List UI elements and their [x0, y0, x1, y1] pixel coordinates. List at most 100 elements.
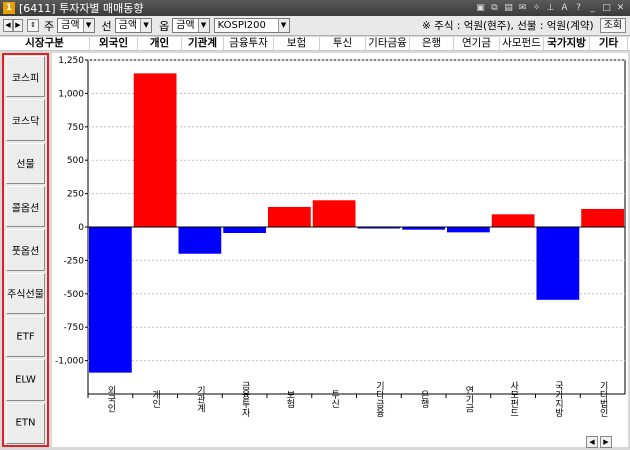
window-alert-icon[interactable]: ✧ [531, 3, 542, 14]
index-select[interactable]: KOSPI200 ▼ [213, 18, 290, 33]
window-copy-icon[interactable]: ⧉ [489, 3, 500, 14]
header-market-label: 시장구분 [0, 37, 90, 50]
sidebar-item[interactable]: 콜옵션 [6, 186, 45, 228]
bar [581, 208, 624, 227]
chevron-down-icon[interactable]: ▼ [277, 19, 289, 32]
y-tick-label: 1,250 [58, 56, 84, 66]
window-titlebar: 1 [6411] 투자자별 매매동향 ▣ ⧉ ▤ ✉ ✧ ⊥ A? _ □ ✕ [0, 0, 630, 16]
header-column[interactable]: 연기금 [454, 37, 500, 50]
sidebar-item-label: ETF [16, 331, 35, 343]
y-tick-label: 0 [78, 223, 84, 233]
sidebar-item[interactable]: ETN [6, 402, 45, 444]
chevron-down-icon[interactable]: ▼ [82, 19, 94, 32]
market-sidebar: 코스피코스닥선물콜옵션풋옵션주식선물 ETF ELW ETN [2, 53, 49, 447]
nav-arrows: ◀ ▶ [3, 19, 23, 32]
app-icon: 1 [3, 2, 15, 14]
scroll-right-icon[interactable]: ▶ [600, 436, 612, 448]
sidebar-item[interactable]: ETF [6, 316, 45, 358]
sidebar-item[interactable]: 코스피 [6, 56, 45, 98]
sidebar-item[interactable]: 주식선물 [6, 272, 45, 314]
x-tick-label: 기타금융 [374, 381, 384, 417]
unit-note: ※ 주식 : 억원(현주), 선물 : 억원(계약) [422, 20, 594, 32]
window-font-icon[interactable]: A [559, 3, 570, 14]
header-column[interactable]: 사모펀드 [500, 37, 544, 50]
x-tick-label: 금융투자 [240, 381, 250, 418]
x-tick-label: 투신 [329, 390, 339, 408]
header-column[interactable]: 개인 [138, 37, 182, 50]
option-label: 옵 [159, 19, 170, 33]
header-column[interactable]: 투신 [320, 37, 366, 50]
header-column[interactable]: 보험 [274, 37, 320, 50]
sidebar-item-label: 코스닥 [11, 116, 40, 128]
header-column[interactable]: 외국인 [90, 37, 138, 50]
sidebar-item-label: ETN [15, 417, 36, 429]
futures-unit-select[interactable]: 금액 ▼ [114, 18, 153, 33]
x-tick-label: 기타법인 [598, 381, 608, 417]
x-tick-label: 보험 [284, 390, 294, 408]
header-column[interactable]: 기타 [590, 37, 628, 50]
header-column[interactable]: 국가지방 [544, 37, 590, 50]
window-controls: ▣ ⧉ ▤ ✉ ✧ ⊥ A? _ □ ✕ [475, 3, 630, 14]
futures-label: 선 [101, 19, 112, 33]
x-tick-label: 개인 [150, 390, 160, 408]
x-tick-label: 연기금 [463, 385, 473, 412]
header-column[interactable]: 기타금융 [366, 37, 410, 50]
chart-scroll-controls: ◀ ▶ [586, 436, 626, 448]
bar [223, 227, 266, 234]
toolbar: ◀ ▶ ⇕ 주 금액 ▼ 선 금액 ▼ 옵 금액 ▼ KOSPI200 ▼ ※ … [0, 16, 630, 36]
y-tick-label: 750 [67, 123, 84, 133]
main-unit-select[interactable]: 금액 ▼ [57, 18, 95, 33]
window-save-icon[interactable]: ▤ [503, 3, 514, 14]
sidebar-item-label: 풋옵션 [11, 246, 40, 258]
y-tick-label: -500 [64, 290, 85, 300]
x-tick-label: 기관계 [195, 385, 205, 413]
window-lock-icon[interactable]: ▣ [475, 3, 486, 14]
main-unit-value: 금액 [61, 20, 80, 31]
chevron-down-icon[interactable]: ▼ [197, 19, 209, 32]
sidebar-item-label: 콜옵션 [11, 203, 40, 215]
main-label: 주 [44, 19, 55, 33]
bar [178, 227, 222, 254]
chevron-down-icon[interactable]: ▼ [140, 19, 152, 32]
nav-right-icon[interactable]: ▶ [13, 19, 23, 32]
sort-icon[interactable]: ⇕ [27, 19, 39, 32]
option-unit-select[interactable]: 금액 ▼ [172, 18, 210, 33]
x-tick-label: 외국인 [105, 384, 115, 412]
sidebar-item[interactable]: 선물 [6, 142, 45, 184]
bar [89, 227, 132, 373]
bar [268, 206, 311, 227]
nav-left-icon[interactable]: ◀ [3, 19, 13, 32]
header-column[interactable]: 은행 [410, 37, 454, 50]
window-minimize-icon[interactable]: _ [587, 3, 598, 14]
y-tick-label: 500 [67, 156, 84, 166]
header-column[interactable]: 기관계 [182, 37, 224, 50]
window-help-icon[interactable]: ? [573, 3, 584, 14]
sidebar-item-label: 선물 [16, 159, 35, 171]
y-tick-label: -750 [64, 323, 85, 333]
y-tick-label: 250 [67, 190, 84, 200]
header-column[interactable]: 금융투자 [224, 37, 274, 50]
bar [447, 227, 490, 233]
sidebar-item[interactable]: ELW [6, 359, 45, 401]
window-maximize-icon[interactable]: □ [601, 3, 612, 14]
scroll-left-icon[interactable]: ◀ [586, 436, 598, 448]
query-button[interactable]: 조회 [599, 18, 626, 33]
y-tick-label: -250 [64, 256, 85, 266]
bar [312, 200, 356, 227]
investor-bar-chart: 1,250 1,000 750 500 250 0 -250 -500 -750 -1,000 외국… [55, 56, 626, 418]
window-title: [6411] 투자자별 매매동향 [19, 2, 144, 15]
bar [491, 214, 535, 227]
investor-header-row: 시장구분 외국인 개인 기관계 금융투자 보험 투신 기타금융 은행 연기금 사모펀드 국가지방 기타 [0, 37, 630, 51]
window-mail-icon[interactable]: ✉ [517, 3, 528, 14]
window-close-icon[interactable]: ✕ [615, 3, 626, 14]
bar [133, 73, 177, 227]
x-tick-label: 사모펀드 [508, 381, 518, 417]
y-tick-label: 1,000 [58, 89, 84, 99]
window-pin-icon[interactable]: ⊥ [545, 3, 556, 14]
bar [536, 227, 580, 300]
sidebar-item[interactable]: 코스닥 [6, 99, 45, 141]
sidebar-item-label: ELW [15, 374, 36, 386]
index-select-value: KOSPI200 [217, 20, 266, 31]
option-unit-value: 금액 [176, 20, 195, 31]
sidebar-item[interactable]: 풋옵션 [6, 229, 45, 271]
